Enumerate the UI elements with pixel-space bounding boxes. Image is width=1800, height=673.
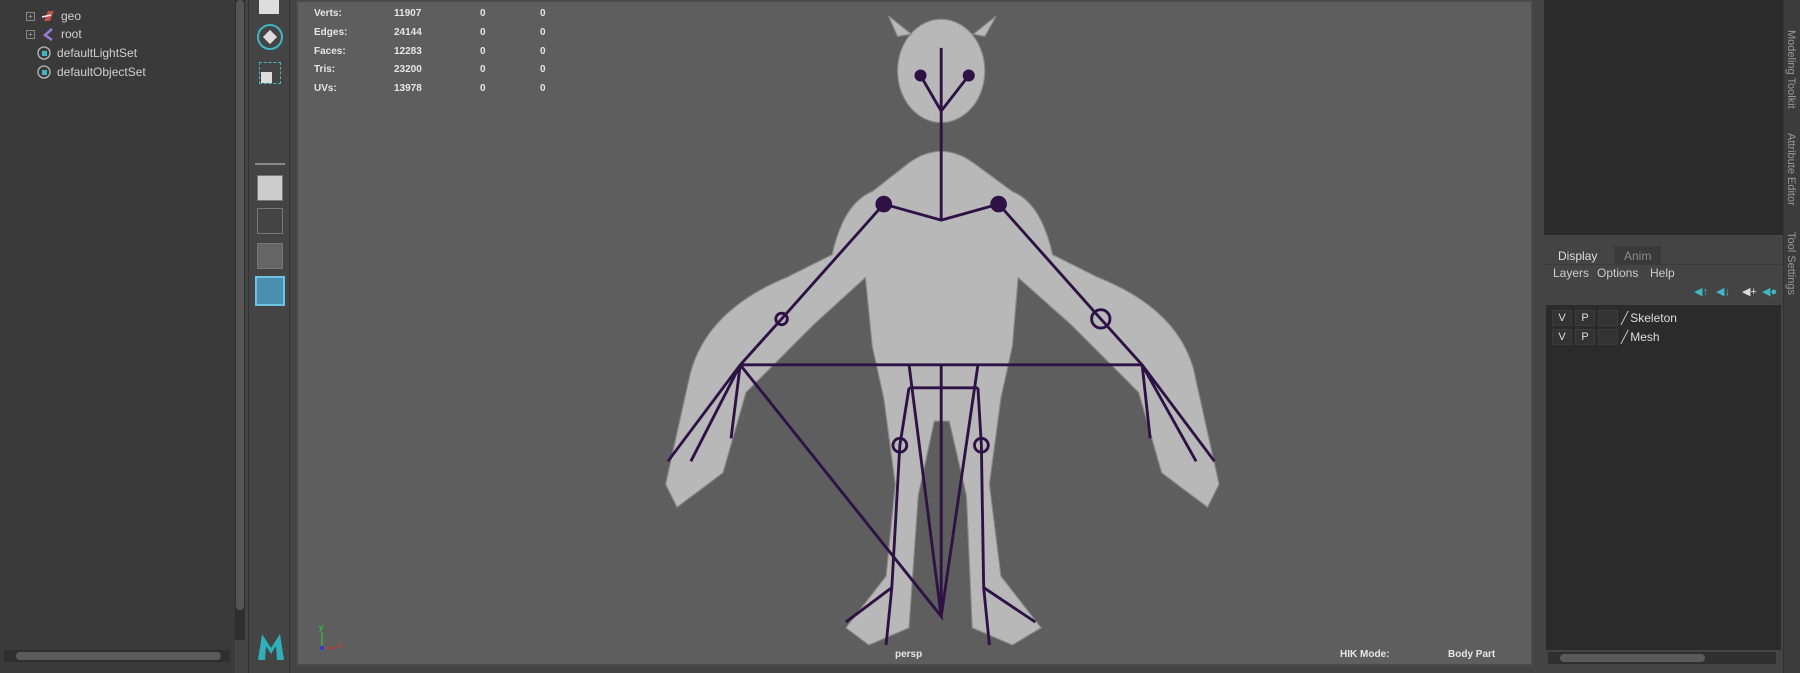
layer-horizontal-scrollbar[interactable]	[1548, 652, 1776, 664]
outliner-item-label: root	[61, 27, 82, 41]
outliner-item-root[interactable]: + root	[26, 25, 82, 43]
channel-layer-panel: Display Anim Layers Options Help ◀↑ ◀↓ ◀…	[1544, 0, 1783, 673]
new-layer-selected-icon[interactable]: ◀●	[1762, 285, 1777, 298]
layer-name: Skeleton	[1630, 311, 1677, 325]
outliner-item-label: defaultObjectSet	[57, 65, 146, 79]
set-icon	[37, 46, 51, 60]
hik-mode-label: HIK Mode:	[1340, 649, 1390, 660]
axis-y-label: y	[319, 622, 324, 632]
axis-gizmo: y x	[318, 622, 348, 652]
toolbox	[248, 0, 290, 673]
menu-options[interactable]: Options	[1597, 266, 1638, 280]
character-model	[664, 15, 1220, 646]
single-pane-layout-button[interactable]	[257, 175, 283, 201]
two-pane-layout-button[interactable]	[257, 243, 283, 269]
hik-mode-value: Body Part	[1448, 649, 1496, 660]
axis-x-label: x	[337, 640, 342, 650]
visibility-toggle[interactable]: V	[1552, 310, 1572, 326]
expand-icon[interactable]: +	[26, 29, 35, 39]
color-swatch-icon[interactable]: ╱	[1621, 330, 1628, 344]
channel-box	[1544, 0, 1783, 235]
outliner-item-label: geo	[61, 9, 82, 23]
layer-name: Mesh	[1630, 330, 1660, 344]
outliner-item-geo[interactable]: + geo	[26, 7, 81, 25]
joint-icon	[41, 27, 55, 42]
visibility-toggle[interactable]: V	[1552, 329, 1572, 345]
four-pane-layout-button[interactable]	[257, 208, 283, 234]
side-tab-modeling-toolkit[interactable]: Modeling Toolkit	[1785, 30, 1797, 109]
new-layer-icon[interactable]: ◀+	[1742, 285, 1757, 298]
scale-tool-icon[interactable]	[259, 62, 281, 84]
outliner-item-defaultlightset[interactable]: defaultLightSet	[37, 44, 137, 62]
expand-icon[interactable]: +	[26, 11, 35, 21]
outliner-layout-button[interactable]	[255, 276, 285, 306]
set-icon	[37, 65, 51, 79]
display-type-toggle[interactable]	[1598, 310, 1618, 326]
layer-row-skeleton[interactable]: V P ╱ Skeleton	[1552, 309, 1677, 327]
move-layer-up-icon[interactable]: ◀↑	[1694, 285, 1708, 298]
color-swatch-icon[interactable]: ╱	[1621, 311, 1628, 325]
playback-toggle[interactable]: P	[1575, 310, 1595, 326]
playback-toggle[interactable]: P	[1575, 329, 1595, 345]
move-layer-down-icon[interactable]: ◀↓	[1716, 285, 1730, 298]
menu-layers[interactable]: Layers	[1553, 266, 1589, 280]
transform-group-icon	[41, 9, 55, 23]
outliner-vertical-scrollbar[interactable]	[235, 0, 245, 640]
outliner-panel: + geo + root defaultLightSet defaultObje…	[0, 0, 235, 673]
divider	[255, 163, 285, 165]
tab-display[interactable]: Display	[1548, 246, 1608, 264]
menu-help[interactable]: Help	[1650, 266, 1675, 280]
move-tool-icon[interactable]	[259, 0, 279, 14]
outliner-item-defaultobjectset[interactable]: defaultObjectSet	[37, 63, 146, 81]
side-tab-tool-settings[interactable]: Tool Settings	[1785, 232, 1797, 295]
tab-anim[interactable]: Anim	[1614, 246, 1662, 264]
viewport-persp[interactable]: Verts: 11907 0 0 Edges: 24144 0 0 Faces: 12283 0 0 T…	[296, 0, 1533, 666]
rotate-tool-icon[interactable]	[257, 24, 283, 50]
outliner-horizontal-scrollbar[interactable]	[4, 650, 230, 662]
display-type-toggle[interactable]	[1598, 329, 1618, 345]
side-tab-attribute-editor[interactable]: Attribute Editor	[1785, 133, 1797, 206]
outliner-item-label: defaultLightSet	[57, 46, 138, 60]
camera-name: persp	[895, 649, 923, 660]
layer-row-mesh[interactable]: V P ╱ Mesh	[1552, 328, 1660, 346]
side-tab-strip: Modeling Toolkit Attribute Editor Tool S…	[1783, 0, 1800, 673]
layer-list: V P ╱ Skeleton V P ╱ Mesh	[1546, 305, 1781, 650]
maya-logo-icon	[256, 632, 286, 662]
